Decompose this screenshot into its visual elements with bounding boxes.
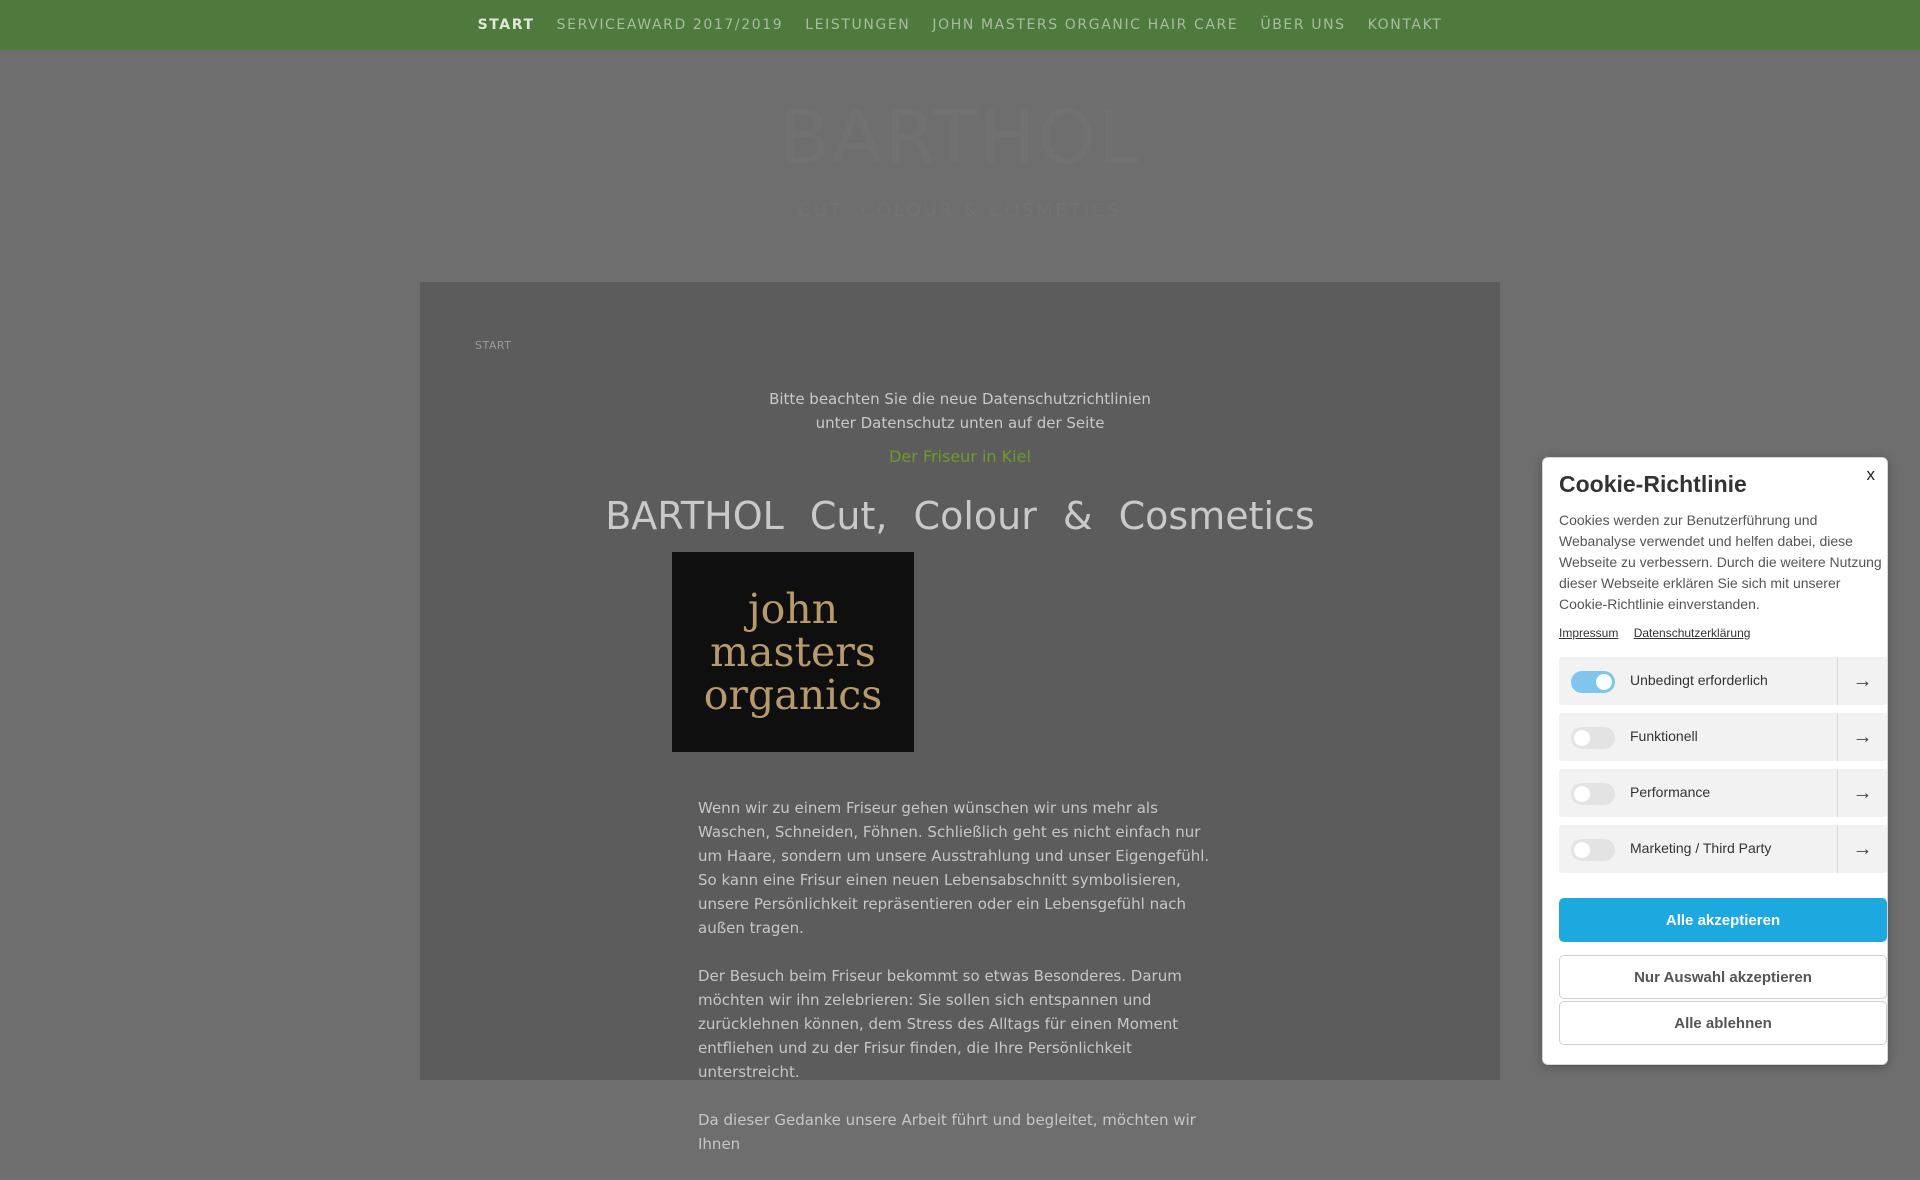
arrow-right-icon[interactable]: → bbox=[1837, 825, 1887, 873]
nav-item-john-masters[interactable]: JOHN MASTERS ORGANIC HAIR CARE bbox=[932, 17, 1238, 33]
toggle-knob bbox=[1574, 842, 1590, 858]
category-necessary: Unbedingt erforderlich → bbox=[1559, 657, 1887, 705]
arrow-right-icon[interactable]: → bbox=[1837, 769, 1887, 817]
close-icon[interactable]: x bbox=[1867, 465, 1876, 485]
category-functional: Funktionell → bbox=[1559, 713, 1887, 761]
arrow-right-icon[interactable]: → bbox=[1837, 713, 1887, 761]
cookie-dialog: x Cookie-Richtlinie Cookies werden zur B… bbox=[1542, 457, 1888, 1065]
cookie-links: Impressum Datenschutzerklärung bbox=[1559, 626, 1762, 640]
category-label: Funktionell bbox=[1630, 728, 1698, 744]
reject-all-button[interactable]: Alle ablehnen bbox=[1559, 1001, 1887, 1045]
impressum-link[interactable]: Impressum bbox=[1559, 626, 1618, 640]
accept-all-button[interactable]: Alle akzeptieren bbox=[1559, 898, 1887, 942]
site-subtitle: CUT, COLOUR & COSMETICS bbox=[798, 200, 1122, 221]
paragraph: Da dieser Gedanke unsere Arbeit führt un… bbox=[698, 1111, 1196, 1153]
paragraph: Der Besuch beim Friseur bekommt so etwas… bbox=[698, 967, 1182, 1081]
nav-item-serviceaward[interactable]: SERVICEAWARD 2017/2019 bbox=[557, 17, 784, 33]
arrow-right-icon[interactable]: → bbox=[1837, 657, 1887, 705]
cookie-description: Cookies werden zur Benutzerführung und W… bbox=[1559, 512, 1882, 612]
toggle-knob bbox=[1574, 786, 1590, 802]
top-navigation: START SERVICEAWARD 2017/2019 LEISTUNGEN … bbox=[0, 0, 1920, 50]
category-label: Marketing / Third Party bbox=[1630, 840, 1772, 856]
toggle-necessary[interactable] bbox=[1571, 671, 1615, 693]
notice-line-1: Bitte beachten Sie die neue Datenschutzr… bbox=[769, 390, 1151, 408]
toggle-knob bbox=[1596, 674, 1612, 690]
john-masters-logo: john masters organics bbox=[672, 552, 914, 752]
logo-line-2: masters bbox=[710, 627, 876, 676]
privacy-link[interactable]: Datenschutzerklärung bbox=[1634, 626, 1751, 640]
category-label: Unbedingt erforderlich bbox=[1630, 672, 1768, 688]
category-marketing: Marketing / Third Party → bbox=[1559, 825, 1887, 873]
toggle-marketing[interactable] bbox=[1571, 839, 1615, 861]
category-label: Performance bbox=[1630, 784, 1711, 800]
site-title[interactable]: BARTHOL bbox=[0, 95, 1920, 181]
intro-text: Wenn wir zu einem Friseur gehen wünschen… bbox=[698, 796, 1218, 1180]
page-headline: BARTHOL Cut, Colour & Cosmetics bbox=[605, 494, 1315, 538]
tagline: Der Friseur in Kiel bbox=[889, 447, 1031, 466]
notice-line-2: unter Datenschutz unten auf der Seite bbox=[815, 414, 1105, 432]
nav-item-ueber-uns[interactable]: ÜBER UNS bbox=[1260, 17, 1345, 33]
paragraph: Wenn wir zu einem Friseur gehen wünschen… bbox=[698, 799, 1210, 937]
nav-item-kontakt[interactable]: KONTAKT bbox=[1368, 17, 1443, 33]
logo-line-1: john bbox=[747, 584, 839, 633]
accept-selection-button[interactable]: Nur Auswahl akzeptieren bbox=[1559, 955, 1887, 999]
content-panel: START Bitte beachten Sie die neue Datens… bbox=[420, 282, 1500, 1153]
privacy-notice: Bitte beachten Sie die neue Datenschutzr… bbox=[420, 387, 1500, 435]
nav-item-leistungen[interactable]: LEISTUNGEN bbox=[805, 17, 910, 33]
cookie-title: Cookie-Richtlinie bbox=[1559, 471, 1747, 497]
toggle-knob bbox=[1574, 730, 1590, 746]
nav-item-start[interactable]: START bbox=[478, 17, 535, 33]
toggle-functional[interactable] bbox=[1571, 727, 1615, 749]
breadcrumb[interactable]: START bbox=[475, 339, 511, 352]
toggle-performance[interactable] bbox=[1571, 783, 1615, 805]
category-performance: Performance → bbox=[1559, 769, 1887, 817]
logo-line-3: organics bbox=[703, 670, 883, 719]
